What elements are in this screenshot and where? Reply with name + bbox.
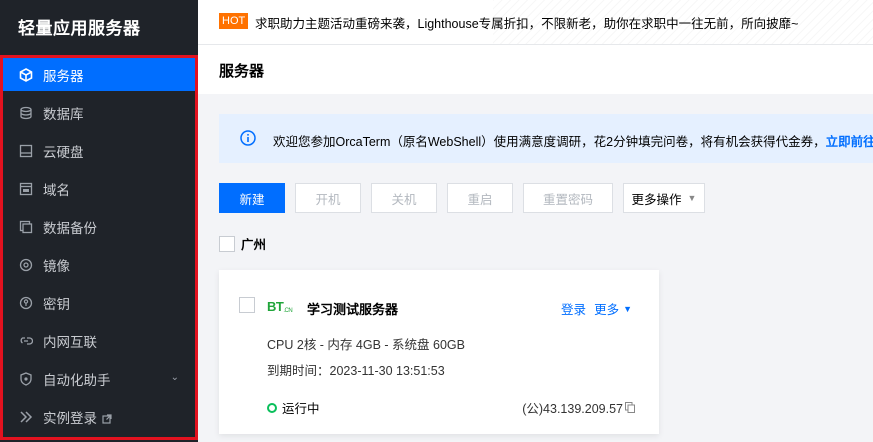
sidebar-item-label: 密钥 <box>43 296 70 312</box>
notice-link[interactable]: 立即前往 <box>826 135 873 149</box>
sidebar-item-label: 数据备份 <box>43 220 97 236</box>
sidebar-item-label: 域名 <box>43 182 70 198</box>
sidebar-item-image[interactable]: 镜像 <box>3 248 195 281</box>
bt-logo-text: BT <box>267 299 284 314</box>
caret-down-icon: ▼ <box>687 193 697 203</box>
sidebar-item-label: 实例登录 <box>43 410 97 426</box>
info-icon <box>240 130 256 146</box>
notice-message: 欢迎您参加OrcaTerm（原名WebShell）使用满意度调研，花2分钟填完问… <box>273 135 826 149</box>
expiry-value: 2023-11-30 13:51:53 <box>329 364 445 378</box>
banner-message[interactable]: 求职助力主题活动重磅来袭，Lighthouse专属折扣，不限新老，助你在求职中一… <box>255 13 798 32</box>
ip-text: (公)43.139.209.57 <box>522 402 623 416</box>
login-link[interactable]: 登录 <box>561 299 586 318</box>
page-title: 服务器 <box>219 63 265 80</box>
cube-icon <box>19 67 33 82</box>
start-button[interactable]: 开机 <box>295 183 361 213</box>
sidebar-item-cloud-disk[interactable]: 云硬盘 <box>3 134 195 167</box>
disk-icon <box>19 144 33 158</box>
restart-button[interactable]: 重启 <box>447 183 513 213</box>
region-label: 广州 <box>241 238 267 252</box>
external-link-icon <box>102 412 112 424</box>
create-button[interactable]: 新建 <box>219 183 285 213</box>
survey-notice: 欢迎您参加OrcaTerm（原名WebShell）使用满意度调研，花2分钟填完问… <box>219 114 873 163</box>
more-actions-label: 更多操作 <box>631 192 682 207</box>
hot-badge: HOT <box>219 13 249 29</box>
sidebar-item-instance-login[interactable]: 实例登录 <box>3 400 195 433</box>
login-icon <box>19 410 33 424</box>
page-header: 服务器 <box>198 44 873 94</box>
instance-checkbox[interactable] <box>239 297 255 313</box>
more-actions-dropdown[interactable]: 更多操作 ▼ <box>623 183 705 213</box>
bt-logo: BT.CN <box>267 299 293 314</box>
sidebar-item-database[interactable]: 数据库 <box>3 96 195 129</box>
chevron-down-icon: ⌄ <box>170 372 179 383</box>
sidebar-item-label: 内网互联 <box>43 334 97 350</box>
sidebar-item-label: 服务器 <box>43 68 84 84</box>
sidebar-item-network[interactable]: 内网互联 <box>3 324 195 357</box>
bt-logo-sub: .CN <box>283 308 293 314</box>
sidebar-item-domain[interactable]: 域名 <box>3 172 195 205</box>
instance-card[interactable]: BT.CN 学习测试服务器 登录 更多 ▼ CPU 2核 - 内存 4GB - … <box>219 270 659 434</box>
sidebar-item-label: 云硬盘 <box>43 144 84 160</box>
sidebar-item-label: 自动化助手 <box>43 372 111 388</box>
region-checkbox[interactable] <box>219 235 235 252</box>
domain-icon <box>19 182 33 196</box>
instance-expiry: 到期时间：2023-11-30 13:51:53 <box>267 360 445 379</box>
promo-banner[interactable]: HOT 求职助力主题活动重磅来袭，Lighthouse专属折扣，不限新老，助你在… <box>198 0 873 44</box>
running-status-icon <box>267 402 277 413</box>
expiry-label: 到期时间： <box>267 364 330 378</box>
main-content: HOT 求职助力主题活动重磅来袭，Lighthouse专属折扣，不限新老，助你在… <box>198 0 873 442</box>
image-disc-icon <box>19 258 33 272</box>
status-badge: 运行中 <box>267 398 320 417</box>
reset-password-button[interactable]: 重置密码 <box>523 183 613 213</box>
sidebar-item-label: 数据库 <box>43 106 84 122</box>
notice-text: 欢迎您参加OrcaTerm（原名WebShell）使用满意度调研，花2分钟填完问… <box>273 131 873 150</box>
sidebar-item-backup[interactable]: 数据备份 <box>3 210 195 243</box>
database-icon <box>19 106 33 120</box>
instance-spec: CPU 2核 - 内存 4GB - 系统盘 60GB <box>267 338 465 352</box>
sidebar: 轻量应用服务器 服务器 数据库 云硬盘 域名 数据备份 镜像 密钥 内网互联 自… <box>0 0 198 442</box>
copy-icon[interactable] <box>625 402 635 413</box>
stop-button[interactable]: 关机 <box>371 183 437 213</box>
sidebar-item-automation[interactable]: 自动化助手 ⌄ <box>3 362 195 395</box>
public-ip: (公)43.139.209.57 <box>522 398 635 417</box>
instance-actions: 登录 更多 ▼ <box>561 299 632 318</box>
sidebar-item-label: 镜像 <box>43 258 70 274</box>
shield-icon <box>19 371 33 386</box>
instance-name[interactable]: 学习测试服务器 <box>307 299 398 318</box>
product-title: 轻量应用服务器 <box>18 19 141 38</box>
region-group: 广州 <box>219 234 266 253</box>
backup-icon <box>19 220 33 234</box>
sidebar-item-keys[interactable]: 密钥 <box>3 286 195 319</box>
key-icon <box>19 296 33 310</box>
status-text: 运行中 <box>282 402 320 416</box>
sidebar-item-servers[interactable]: 服务器 <box>3 58 195 91</box>
more-link[interactable]: 更多 <box>594 299 619 318</box>
caret-down-icon[interactable]: ▼ <box>623 304 632 314</box>
network-link-icon <box>19 334 33 348</box>
